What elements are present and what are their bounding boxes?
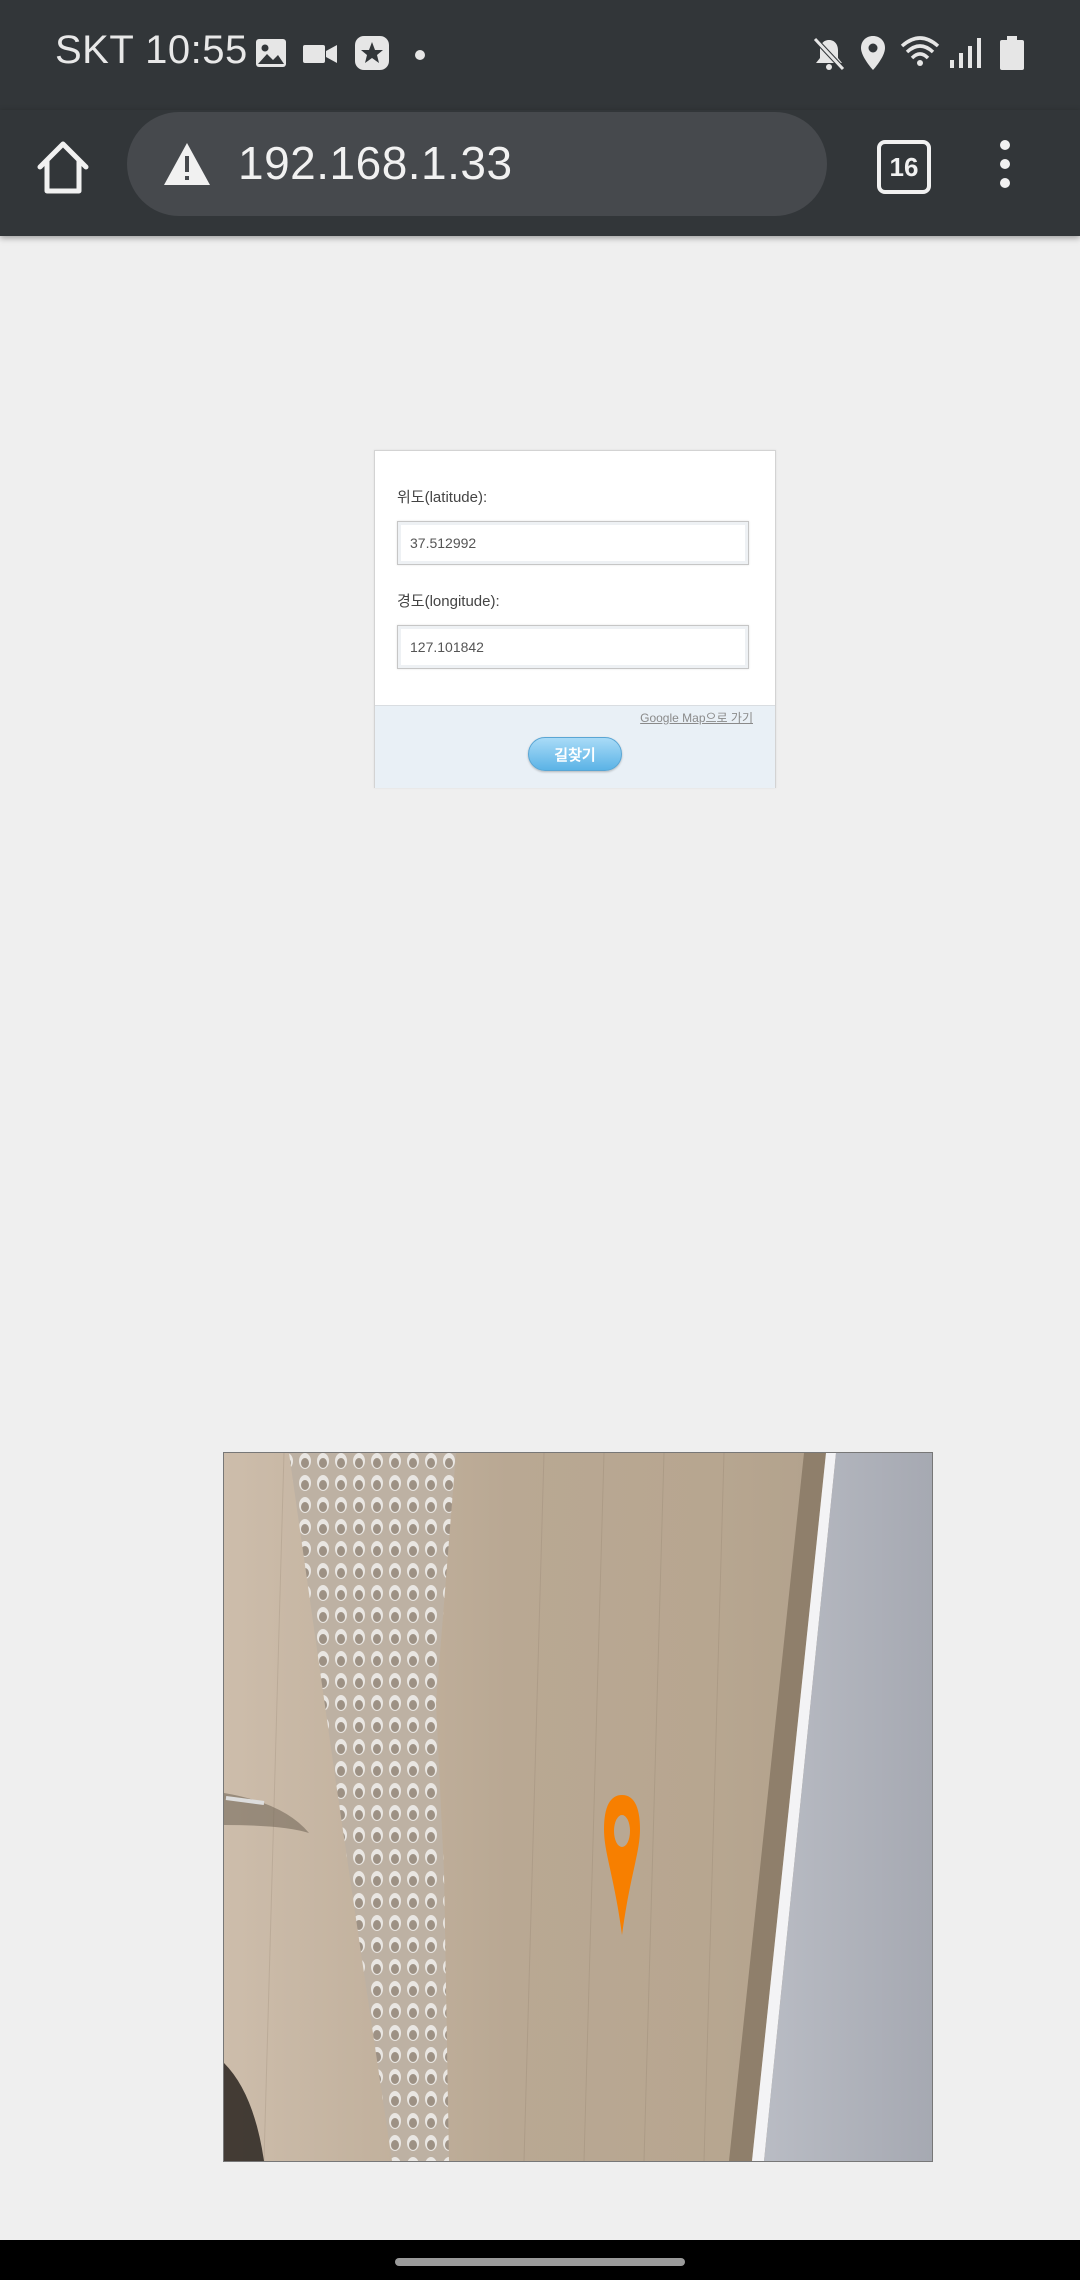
status-time: SKT 10:55 [55, 28, 248, 72]
warning-icon[interactable] [163, 142, 211, 186]
latitude-label: 위도(latitude): [397, 489, 488, 506]
camera-image [223, 1452, 933, 2162]
tab-switcher-button[interactable]: 16 [877, 140, 931, 194]
longitude-input[interactable] [397, 625, 749, 669]
mute-icon [813, 37, 845, 71]
coordinate-form: 위도(latitude): 경도(longitude): Google Map으… [374, 450, 776, 788]
video-camera-icon [303, 43, 337, 65]
location-icon [860, 36, 886, 70]
navigation-bar [0, 2240, 1080, 2280]
url-text[interactable]: 192.168.1.33 [238, 136, 513, 190]
form-footer: Google Map으로 가기 길찾기 [375, 705, 775, 788]
google-map-link[interactable]: Google Map으로 가기 [640, 709, 753, 726]
find-route-button[interactable]: 길찾기 [528, 737, 622, 771]
browser-toolbar: 192.168.1.33 16 [0, 110, 1080, 236]
wifi-icon [900, 36, 940, 68]
longitude-label: 경도(longitude): [397, 593, 500, 610]
screen: SKT 10:55 192.168.1.33 16 위도(latitude): … [0, 0, 1080, 2280]
url-bar[interactable]: 192.168.1.33 [127, 112, 827, 216]
home-icon [37, 141, 89, 194]
battery-icon [1000, 36, 1024, 70]
dot-icon [415, 50, 425, 60]
status-bar: SKT 10:55 [0, 0, 1080, 110]
menu-dot [1000, 159, 1010, 169]
home-button[interactable] [30, 135, 96, 201]
overflow-menu-button[interactable] [990, 140, 1020, 196]
menu-dot [1000, 140, 1010, 150]
star-badge-icon [355, 36, 389, 70]
camera-scene [224, 1453, 932, 2161]
image-icon [255, 38, 287, 68]
latitude-input[interactable] [397, 521, 749, 565]
menu-dot [1000, 178, 1010, 188]
gesture-handle[interactable] [395, 2258, 685, 2266]
signal-icon [950, 38, 982, 68]
